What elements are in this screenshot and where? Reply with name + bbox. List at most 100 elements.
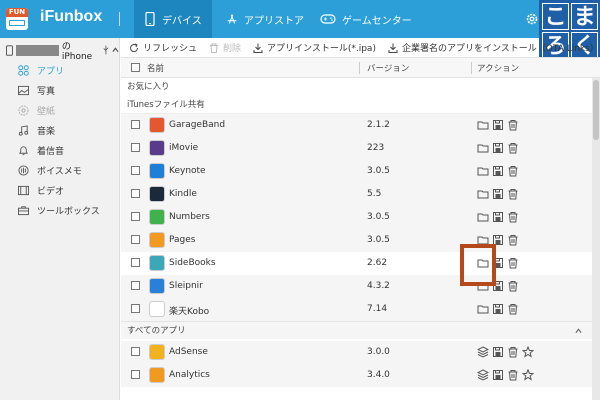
app-name: GarageBand — [169, 120, 226, 130]
app-row[interactable]: Sleipnir 4.3.2 — [121, 275, 592, 298]
chevron-up-icon[interactable] — [575, 328, 582, 334]
trash-icon — [210, 43, 219, 53]
trash-icon[interactable] — [507, 257, 519, 269]
tab-device[interactable]: デバイス — [134, 0, 212, 38]
sidebar-item-voice-memos[interactable]: ボイスメモ — [0, 160, 120, 180]
tab-game-center[interactable]: ゲームセンター — [310, 0, 422, 38]
sidebar-item-label: 壁紙 — [37, 106, 56, 117]
chevron-up-icon[interactable] — [112, 47, 119, 53]
backup-icon[interactable] — [492, 119, 504, 131]
toolbox-icon — [18, 205, 29, 215]
sidebar-item-toolbox[interactable]: ツールボックス — [0, 200, 120, 220]
row-checkbox[interactable] — [131, 347, 140, 356]
column-header-action: アクション — [477, 64, 520, 74]
scrollbar-thumb[interactable] — [593, 80, 599, 140]
sidebar-item-label: ツールボックス — [37, 206, 100, 217]
layers-icon[interactable] — [477, 346, 489, 358]
app-row[interactable]: iMovie 223 — [121, 137, 592, 160]
trash-icon[interactable] — [507, 211, 519, 223]
app-row[interactable]: Kindle 5.5 — [121, 183, 592, 206]
row-checkbox[interactable] — [131, 166, 140, 175]
backup-icon[interactable] — [492, 211, 504, 223]
install-icon — [388, 43, 398, 53]
row-checkbox[interactable] — [131, 304, 140, 313]
app-icon — [149, 140, 165, 156]
app-row[interactable]: Pages 3.0.5 — [121, 229, 592, 252]
trash-icon[interactable] — [507, 165, 519, 177]
row-checkbox[interactable] — [131, 258, 140, 267]
row-checkbox[interactable] — [131, 212, 140, 221]
row-actions — [477, 369, 534, 381]
row-checkbox[interactable] — [131, 281, 140, 290]
sidebar-item-video[interactable]: ビデオ — [0, 180, 120, 200]
row-checkbox[interactable] — [131, 120, 140, 129]
row-checkbox[interactable] — [131, 370, 140, 379]
app-name: Kindle — [169, 189, 197, 199]
backup-icon[interactable] — [492, 303, 504, 315]
app-version: 3.0.5 — [367, 212, 390, 222]
trash-icon[interactable] — [507, 369, 519, 381]
sidebar-item-photos[interactable]: 写真 — [0, 80, 120, 100]
app-row[interactable]: 楽天Kobo 7.14 — [121, 298, 592, 321]
tab-app-store[interactable]: アプリストア — [216, 0, 314, 38]
app-row[interactable]: SideBooks 2.62 — [121, 252, 600, 275]
app-row[interactable]: Analytics 3.4.0 — [121, 364, 592, 387]
layers-icon[interactable] — [477, 369, 489, 381]
row-checkbox[interactable] — [131, 143, 140, 152]
folder-icon[interactable] — [477, 119, 489, 131]
backup-icon[interactable] — [492, 346, 504, 358]
sidebar-item-apps[interactable]: アプリ — [0, 60, 120, 80]
section-all-apps: すべてのアプリ — [121, 321, 600, 339]
sidebar: のiPhone アプリ 写真 壁紙 音楽 着信音 ボイスメモ ビデオ ツールボッ… — [0, 38, 120, 400]
sidebar-item-label: ビデオ — [37, 186, 65, 197]
app-icon — [149, 232, 165, 248]
select-all-checkbox[interactable] — [131, 63, 140, 72]
app-row[interactable]: GarageBand 2.1.2 — [121, 114, 592, 137]
folder-icon[interactable] — [477, 303, 489, 315]
folder-icon[interactable] — [477, 165, 489, 177]
backup-icon[interactable] — [492, 188, 504, 200]
app-row[interactable]: Keynote 3.0.5 — [121, 160, 592, 183]
trash-icon[interactable] — [507, 188, 519, 200]
app-icon — [149, 117, 165, 133]
refresh-button[interactable]: リフレッシュ — [129, 41, 197, 54]
backup-icon[interactable] — [492, 165, 504, 177]
row-checkbox[interactable] — [131, 235, 140, 244]
backup-icon[interactable] — [492, 142, 504, 154]
star-icon[interactable] — [522, 346, 534, 358]
row-actions — [477, 119, 519, 131]
trash-icon[interactable] — [507, 119, 519, 131]
row-checkbox[interactable] — [131, 189, 140, 198]
trash-icon[interactable] — [507, 303, 519, 315]
column-header-version[interactable]: バージョン — [367, 62, 409, 74]
trash-icon[interactable] — [507, 280, 519, 292]
sidebar-item-label: 写真 — [37, 86, 56, 97]
app-version: 3.4.0 — [367, 370, 390, 380]
app-version: 7.14 — [367, 304, 388, 314]
row-actions — [477, 211, 519, 223]
settings-gear-icon[interactable] — [525, 12, 539, 26]
trash-icon[interactable] — [507, 142, 519, 154]
video-icon — [18, 185, 29, 195]
gamepad-icon — [320, 14, 336, 24]
install-ipa-button[interactable]: アプリインストール(*.ipa) — [253, 41, 376, 54]
app-name: Numbers — [169, 212, 210, 222]
sidebar-item-ringtones[interactable]: 着信音 — [0, 140, 120, 160]
star-icon[interactable] — [522, 369, 534, 381]
delete-button[interactable]: 削除 — [209, 41, 241, 54]
install-enterprise-button[interactable]: 企業署名のアプリをインストール（OTA Links） — [388, 41, 599, 54]
app-name: Analytics — [169, 370, 210, 380]
folder-icon[interactable] — [477, 142, 489, 154]
app-row[interactable]: Numbers 3.0.5 — [121, 206, 592, 229]
backup-icon[interactable] — [492, 369, 504, 381]
folder-icon[interactable] — [477, 188, 489, 200]
column-header-name[interactable]: 名前 — [147, 62, 164, 74]
device-selector[interactable]: のiPhone — [6, 42, 119, 62]
folder-icon[interactable] — [477, 211, 489, 223]
trash-icon[interactable] — [507, 234, 519, 246]
sidebar-item-music[interactable]: 音楽 — [0, 120, 120, 140]
app-name: iMovie — [169, 143, 199, 153]
trash-icon[interactable] — [507, 346, 519, 358]
app-row[interactable]: AdSense 3.0.0 — [121, 341, 592, 364]
app-version: 223 — [367, 143, 385, 153]
